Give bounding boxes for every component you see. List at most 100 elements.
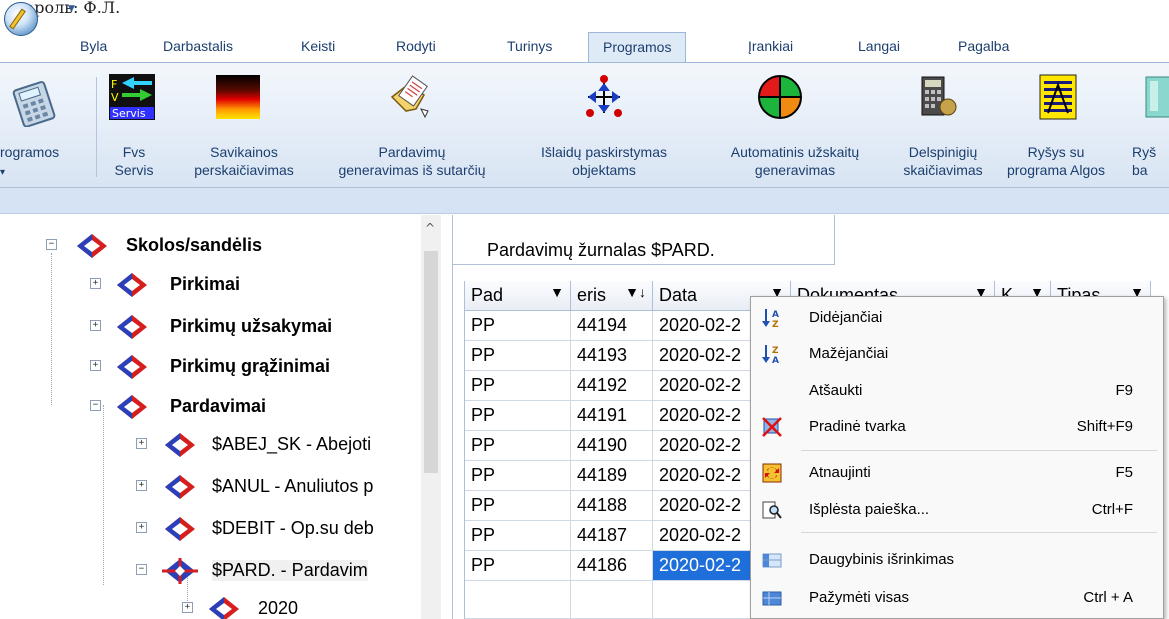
cell-nr[interactable]: 44191 xyxy=(571,401,653,431)
tab-turinys[interactable]: Turinys xyxy=(507,38,552,54)
collapse-icon[interactable]: − xyxy=(90,400,101,411)
svg-text:Z: Z xyxy=(772,346,779,356)
ribbon-automatinis-uzskaitu-button[interactable]: Automatinis užskaitų generavimas xyxy=(700,73,890,185)
column-header-nr[interactable]: eris ▼↓ xyxy=(571,281,653,311)
column-label: Pad xyxy=(471,285,504,305)
filter-icon[interactable]: ▼ xyxy=(550,284,564,300)
collapse-icon[interactable]: − xyxy=(46,239,57,250)
tab-irankiai[interactable]: Įrankiai xyxy=(748,38,793,54)
cell-nr[interactable]: 44189 xyxy=(571,461,653,491)
filter-sort-icon[interactable]: ▼↓ xyxy=(625,284,646,300)
expand-icon[interactable]: + xyxy=(136,522,147,533)
tree-node-label: Pirkimų grąžinimai xyxy=(170,356,331,376)
cell-pad[interactable]: PP xyxy=(465,341,571,371)
distribution-arrows-icon xyxy=(586,75,622,117)
menu-item-label: Pažymėti visas xyxy=(809,589,910,606)
menu-item-daugybinis-isrinkimas[interactable]: Daugybinis išrinkimas xyxy=(751,543,1165,577)
svg-text:V: V xyxy=(111,91,119,104)
cell-nr[interactable]: 44190 xyxy=(571,431,653,461)
app-menu-button[interactable] xyxy=(4,2,38,36)
cell-nr[interactable]: 44192 xyxy=(571,371,653,401)
grid-title: Pardavimų žurnalas $PARD. xyxy=(487,240,715,260)
scrollbar-thumb[interactable] xyxy=(424,251,438,473)
column-header-pad[interactable]: Pad ▼ xyxy=(465,281,571,311)
cell-nr[interactable]: 44187 xyxy=(571,521,653,551)
tree-node-label: 2020 xyxy=(258,598,299,618)
cell-pad[interactable]: PP xyxy=(465,461,571,491)
tree-node-label: Pardavimai xyxy=(170,396,267,416)
quick-access-dropdown-icon[interactable]: ▼ xyxy=(68,4,75,14)
expand-icon[interactable]: + xyxy=(182,602,193,613)
calculator-coin-icon xyxy=(921,76,957,116)
cell-pad[interactable]: PP xyxy=(465,551,571,581)
grid-caption: Pardavimų žurnalas $PARD. xyxy=(453,215,835,265)
menu-separator xyxy=(801,532,1157,533)
ribbon-rysys-bank-button[interactable]: Ryš ba xyxy=(1130,73,1169,185)
navigation-tree: − Skolos/sandėlis + Pirkimai + Pirkimų u… xyxy=(0,215,441,619)
ribbon-programos-button[interactable]: rogramos ▾ xyxy=(0,73,96,185)
tab-rodyti[interactable]: Rodyti xyxy=(396,38,436,54)
menu-item-atnaujinti[interactable]: Atnaujinti F5 xyxy=(751,456,1165,490)
crossed-diamond-node-icon xyxy=(162,558,198,584)
cell-pad[interactable]: PP xyxy=(465,401,571,431)
cell-pad[interactable]: PP xyxy=(465,521,571,551)
sort-ascending-icon: A Z xyxy=(762,309,779,329)
cell-pad[interactable]: PP xyxy=(465,491,571,521)
tab-byla[interactable]: Byla xyxy=(80,38,107,54)
expand-icon[interactable]: + xyxy=(136,438,147,449)
expand-icon[interactable]: + xyxy=(90,360,101,371)
menu-item-didejanciai[interactable]: A Z Didėjančiai xyxy=(751,301,1165,335)
diamond-node-icon xyxy=(165,517,195,541)
menu-item-pradine-tvarka[interactable]: Pradinė tvarka Shift+F9 xyxy=(751,410,1165,444)
menu-item-label: Pradinė tvarka xyxy=(809,418,906,435)
ribbon-label: Fvs xyxy=(122,144,146,160)
ribbon-label: ba xyxy=(1132,162,1148,178)
svg-text:F: F xyxy=(111,78,117,91)
tab-programos[interactable]: Programos xyxy=(588,32,687,64)
ribbon-islaidu-paskirstymas-button[interactable]: Išlaidų paskirstymas objektams xyxy=(512,73,696,185)
cell-pad[interactable] xyxy=(465,581,571,619)
ribbon-savikainos-button[interactable]: Savikainos perskaičiavimas xyxy=(174,73,314,185)
menu-item-label: Išplėsta paieška... xyxy=(809,501,930,518)
menu-item-mazejanciai[interactable]: Z A Mažėjančiai xyxy=(751,337,1165,371)
cell-nr[interactable]: 44186 xyxy=(571,551,653,581)
ribbon: rogramos ▾ F V Servis Fvs Servis Savikaino… xyxy=(0,62,1169,188)
cell-pad[interactable]: PP xyxy=(465,431,571,461)
tab-langai[interactable]: Langai xyxy=(858,38,900,54)
expand-icon[interactable]: + xyxy=(90,320,101,331)
menu-item-isplesta-paieska[interactable]: Išplėsta paieška... Ctrl+F xyxy=(751,493,1165,527)
expand-icon[interactable]: + xyxy=(90,278,101,289)
cell-nr[interactable]: 44194 xyxy=(571,311,653,341)
expand-icon[interactable]: + xyxy=(136,480,147,491)
column-label: Data xyxy=(659,285,698,305)
tab-pagalba[interactable]: Pagalba xyxy=(958,38,1009,54)
context-menu: A Z Didėjančiai Z A Mažėjančiai Atšaukti… xyxy=(750,296,1164,619)
collapse-icon[interactable]: − xyxy=(136,564,147,575)
ribbon-delspinigiu-button[interactable]: Delspinigių skaičiavimas xyxy=(888,73,998,185)
menu-item-atsaukti[interactable]: Atšaukti F9 xyxy=(751,374,1165,408)
scroll-up-icon[interactable]: ^ xyxy=(425,221,435,235)
menu-item-pazymeti-visas[interactable]: Pažymėti visas Ctrl + A xyxy=(751,581,1165,615)
ribbon-fvs-servis-button[interactable]: F V Servis Fvs Servis xyxy=(104,73,164,185)
diamond-node-icon xyxy=(209,597,239,619)
cell-pad[interactable]: PP xyxy=(465,311,571,341)
tree-scrollbar[interactable]: ^ xyxy=(421,215,441,619)
cell-nr[interactable]: 44188 xyxy=(571,491,653,521)
cell-nr[interactable] xyxy=(571,581,653,619)
ribbon-separator xyxy=(96,77,97,177)
ribbon-label: generavimas iš sutarčių xyxy=(338,162,486,178)
cell-pad[interactable]: PP xyxy=(465,371,571,401)
diamond-node-icon xyxy=(117,273,147,297)
tree-node-label: Skolos/sandėlis xyxy=(126,235,263,255)
cell-nr[interactable]: 44193 xyxy=(571,341,653,371)
ribbon-label: Ryš xyxy=(1132,144,1157,160)
ribbon-pardavimu-generavimas-button[interactable]: Pardavimų generavimas iš sutarčių xyxy=(316,73,508,185)
sort-descending-icon: Z A xyxy=(762,345,779,365)
tab-darbastalis[interactable]: Darbastalis xyxy=(163,38,233,54)
tree-connector xyxy=(103,405,104,585)
ribbon-rysys-algos-button[interactable]: Ryšys su programa Algos xyxy=(994,73,1118,185)
tree-node-label: $ABEJ_SK - Abejoti xyxy=(212,434,372,454)
svg-text:Servis: Servis xyxy=(112,107,146,120)
tab-keisti[interactable]: Keisti xyxy=(301,38,335,54)
quadrant-circle-icon xyxy=(758,75,802,119)
